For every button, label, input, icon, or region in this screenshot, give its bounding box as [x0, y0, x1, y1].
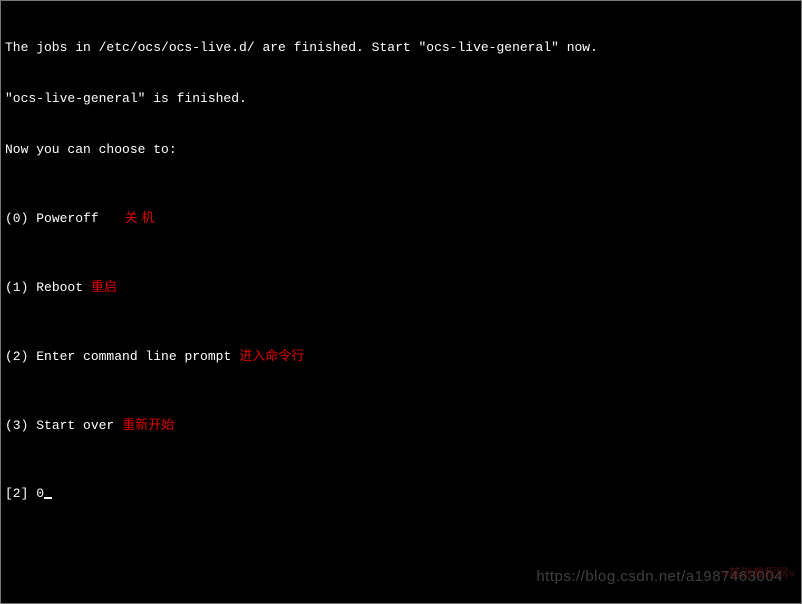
status-line-1: The jobs in /etc/ocs/ocs-live.d/ are fin… — [5, 39, 797, 56]
option-reboot[interactable]: (1) Reboot 重启 — [5, 278, 797, 296]
status-line-2: "ocs-live-general" is finished. — [5, 90, 797, 107]
terminal-output: The jobs in /etc/ocs/ocs-live.d/ are fin… — [1, 1, 801, 523]
option-label: Start over — [36, 417, 114, 434]
option-key: (1) — [5, 279, 28, 296]
watermark-url: https://blog.csdn.net/a1987463004 — [536, 568, 783, 585]
watermark-site: «基础教程网» — [722, 564, 795, 581]
annotation-startover: 重新开始 — [122, 416, 174, 433]
option-startover[interactable]: (3) Start over 重新开始 — [5, 416, 797, 434]
prompt-input[interactable]: 0 — [36, 485, 44, 502]
option-key: (3) — [5, 417, 28, 434]
option-poweroff[interactable]: (0) Poweroff 关 机 — [5, 209, 797, 227]
option-key: (0) — [5, 210, 28, 227]
annotation-reboot: 重启 — [91, 278, 117, 295]
input-prompt-line[interactable]: [2] 0 — [5, 485, 797, 502]
option-key: (2) — [5, 348, 28, 365]
cursor-icon — [44, 497, 52, 499]
prompt-default: [2] — [5, 485, 36, 502]
option-label: Reboot — [36, 279, 83, 296]
option-label: Enter command line prompt — [36, 348, 231, 365]
option-cmdline[interactable]: (2) Enter command line prompt 进入命令行 — [5, 347, 797, 365]
annotation-cmdline: 进入命令行 — [239, 347, 304, 364]
option-label: Poweroff — [36, 210, 98, 227]
choose-prompt: Now you can choose to: — [5, 141, 797, 158]
annotation-poweroff: 关 机 — [125, 209, 155, 226]
